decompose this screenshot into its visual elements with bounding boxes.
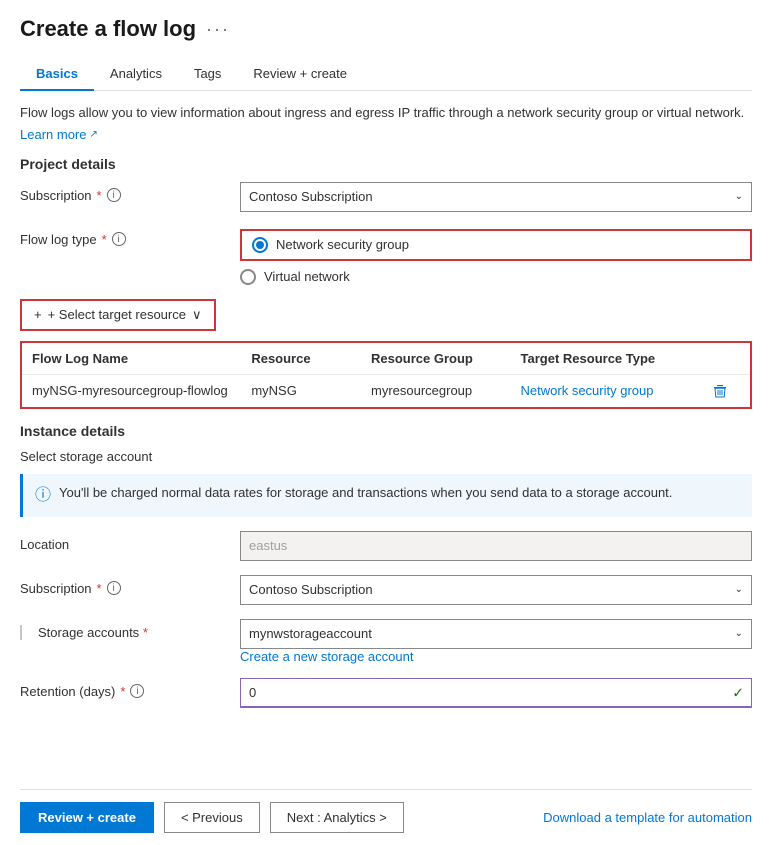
info-banner-text: You'll be charged normal data rates for … xyxy=(59,484,672,502)
storage-indent: Storage accounts * xyxy=(20,625,148,640)
table-row: myNSG-myresourcegroup-flowlog myNSG myre… xyxy=(22,375,750,407)
instance-details-header: Instance details xyxy=(20,423,752,439)
nsg-radio-item[interactable]: Network security group xyxy=(252,237,409,253)
select-resource-plus: + xyxy=(34,307,42,322)
location-input xyxy=(240,531,752,561)
next-analytics-button[interactable]: Next : Analytics > xyxy=(270,802,404,833)
retention-control: ✓ xyxy=(240,678,752,708)
instance-subscription-dropdown-arrow: ⌄ xyxy=(735,584,743,595)
instance-subscription-label: Subscription * i xyxy=(20,575,240,596)
col-resource-group: Resource Group xyxy=(371,351,521,366)
storage-info-banner: ⓘ You'll be charged normal data rates fo… xyxy=(20,474,752,517)
instance-subscription-control: Contoso Subscription ⌄ xyxy=(240,575,752,605)
retention-row: Retention (days) * i ✓ xyxy=(20,678,752,708)
storage-dropdown-arrow: ⌄ xyxy=(735,628,743,639)
nsg-radio-highlight: Network security group xyxy=(240,229,752,261)
col-actions xyxy=(700,351,740,366)
storage-accounts-label: Storage accounts * xyxy=(20,619,240,640)
cell-resource-group: myresourcegroup xyxy=(371,383,521,398)
nsg-radio-label: Network security group xyxy=(276,237,409,252)
flow-log-type-label: Flow log type * i xyxy=(20,226,240,247)
instance-subscription-dropdown[interactable]: Contoso Subscription ⌄ xyxy=(240,575,752,605)
page-title: Create a flow log xyxy=(20,16,196,42)
tab-tags[interactable]: Tags xyxy=(178,58,237,91)
select-resource-chevron: ∨ xyxy=(192,307,202,323)
storage-accounts-dropdown[interactable]: mynwstorageaccount ⌄ xyxy=(240,619,752,649)
tab-bar: Basics Analytics Tags Review + create xyxy=(20,58,752,91)
tab-review-create[interactable]: Review + create xyxy=(237,58,363,91)
location-label: Location xyxy=(20,531,240,552)
cell-resource: myNSG xyxy=(251,383,371,398)
review-create-button[interactable]: Review + create xyxy=(20,802,154,833)
subscription-dropdown[interactable]: Contoso Subscription ⌄ xyxy=(240,182,752,212)
col-resource: Resource xyxy=(251,351,371,366)
create-storage-link[interactable]: Create a new storage account xyxy=(240,649,413,664)
retention-label: Retention (days) * i xyxy=(20,678,240,699)
location-row: Location xyxy=(20,531,752,561)
nsg-radio-inner xyxy=(256,241,264,249)
flow-log-type-control: Network security group Virtual network xyxy=(240,226,752,285)
storage-accounts-control: mynwstorageaccount ⌄ Create a new storag… xyxy=(240,619,752,664)
tab-basics[interactable]: Basics xyxy=(20,58,94,91)
description-text: Flow logs allow you to view information … xyxy=(20,103,752,123)
subscription-dropdown-arrow: ⌄ xyxy=(735,191,743,202)
vnet-radio-item[interactable]: Virtual network xyxy=(240,269,752,285)
instance-subscription-row: Subscription * i Contoso Subscription ⌄ xyxy=(20,575,752,605)
subscription-info-icon[interactable]: i xyxy=(107,188,121,202)
retention-check-icon: ✓ xyxy=(732,684,744,701)
flow-log-type-info-icon[interactable]: i xyxy=(112,232,126,246)
learn-more-link[interactable]: Learn more ↗ xyxy=(20,127,98,142)
bottom-bar: Review + create < Previous Next : Analyt… xyxy=(20,789,752,845)
retention-input[interactable] xyxy=(240,678,752,708)
select-resource-label: + Select target resource xyxy=(48,307,186,322)
retention-required: * xyxy=(120,684,125,699)
tab-analytics[interactable]: Analytics xyxy=(94,58,178,91)
info-banner-icon: ⓘ xyxy=(35,485,51,507)
storage-required: * xyxy=(143,625,148,640)
more-options-icon[interactable]: ··· xyxy=(206,19,230,40)
instance-subscription-info-icon[interactable]: i xyxy=(107,581,121,595)
col-target-resource-type: Target Resource Type xyxy=(521,351,700,366)
vnet-radio-label: Virtual network xyxy=(264,269,350,284)
resources-table: Flow Log Name Resource Resource Group Ta… xyxy=(20,341,752,409)
retention-info-icon[interactable]: i xyxy=(130,684,144,698)
nsg-radio-button[interactable] xyxy=(252,237,268,253)
previous-button[interactable]: < Previous xyxy=(164,802,260,833)
subscription-label: Subscription * i xyxy=(20,182,240,203)
retention-input-wrap: ✓ xyxy=(240,678,752,708)
cell-flow-log-name: myNSG-myresourcegroup-flowlog xyxy=(32,383,251,398)
select-target-resource-button[interactable]: + + Select target resource ∨ xyxy=(20,299,216,331)
project-details-header: Project details xyxy=(20,156,752,172)
instance-details-section: Instance details Select storage account … xyxy=(20,423,752,708)
subscription-required: * xyxy=(97,188,102,203)
flow-log-type-required: * xyxy=(102,232,107,247)
external-link-icon: ↗ xyxy=(89,129,97,140)
download-template-link[interactable]: Download a template for automation xyxy=(543,810,752,825)
flow-log-type-radio-group: Network security group Virtual network xyxy=(240,226,752,285)
delete-row-button[interactable] xyxy=(700,383,740,399)
main-content: Flow logs allow you to view information … xyxy=(20,103,752,789)
flow-log-type-row: Flow log type * i Network security group xyxy=(20,226,752,285)
location-control xyxy=(240,531,752,561)
select-storage-label: Select storage account xyxy=(20,449,752,464)
instance-subscription-required: * xyxy=(97,581,102,596)
col-flow-log-name: Flow Log Name xyxy=(32,351,251,366)
vnet-radio-button[interactable] xyxy=(240,269,256,285)
subscription-control: Contoso Subscription ⌄ xyxy=(240,182,752,212)
subscription-row: Subscription * i Contoso Subscription ⌄ xyxy=(20,182,752,212)
table-header-row: Flow Log Name Resource Resource Group Ta… xyxy=(22,343,750,375)
cell-target-resource-type: Network security group xyxy=(521,383,700,398)
storage-accounts-row: Storage accounts * mynwstorageaccount ⌄ … xyxy=(20,619,752,664)
